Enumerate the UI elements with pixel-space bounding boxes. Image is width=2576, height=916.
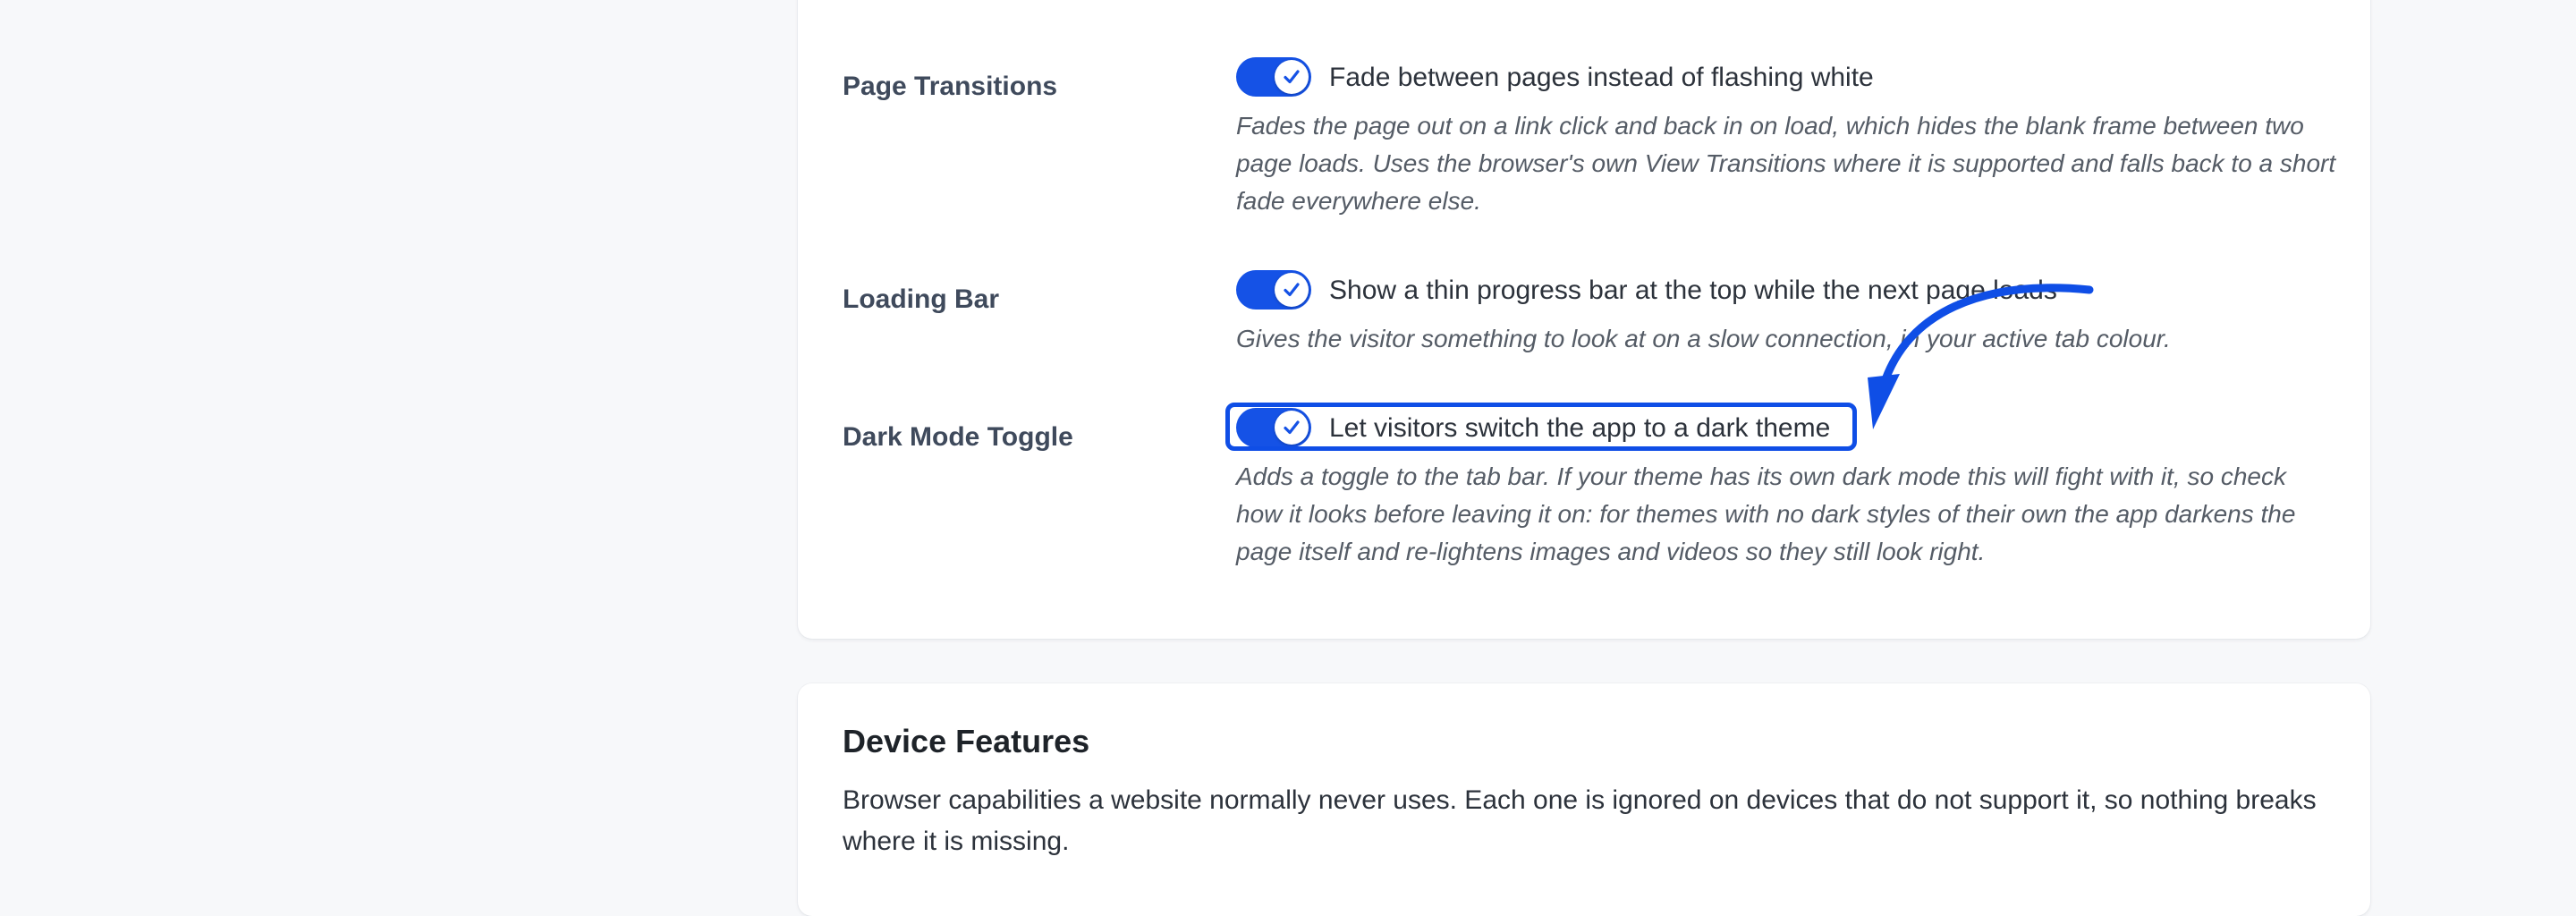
check-icon	[1284, 70, 1300, 84]
device-features-title: Device Features	[843, 723, 1090, 759]
dark-mode-toggle-description: Adds a toggle to the tab bar. If your th…	[1236, 462, 2296, 565]
toggle-knob	[1275, 273, 1309, 307]
device-features-description: Browser capabilities a website normally …	[843, 785, 2317, 856]
loading-bar-label: Loading Bar	[843, 284, 1000, 314]
check-icon	[1284, 283, 1300, 297]
annotation-highlight-box	[1225, 403, 1857, 451]
loading-bar-option[interactable]: Show a thin progress bar at the top whil…	[1329, 276, 2057, 306]
loading-bar-toggle[interactable]	[1236, 270, 1311, 310]
page-transitions-description: Fades the page out on a link click and b…	[1236, 112, 2336, 215]
page-transitions-label: Page Transitions	[843, 72, 1058, 101]
page-transitions-toggle[interactable]	[1236, 57, 1311, 97]
page-transitions-option[interactable]: Fade between pages instead of flashing w…	[1329, 63, 1874, 93]
dark-mode-toggle-label: Dark Mode Toggle	[843, 422, 1073, 452]
toggle-knob	[1275, 60, 1309, 94]
loading-bar-description: Gives the visitor something to look at o…	[1236, 325, 2171, 352]
